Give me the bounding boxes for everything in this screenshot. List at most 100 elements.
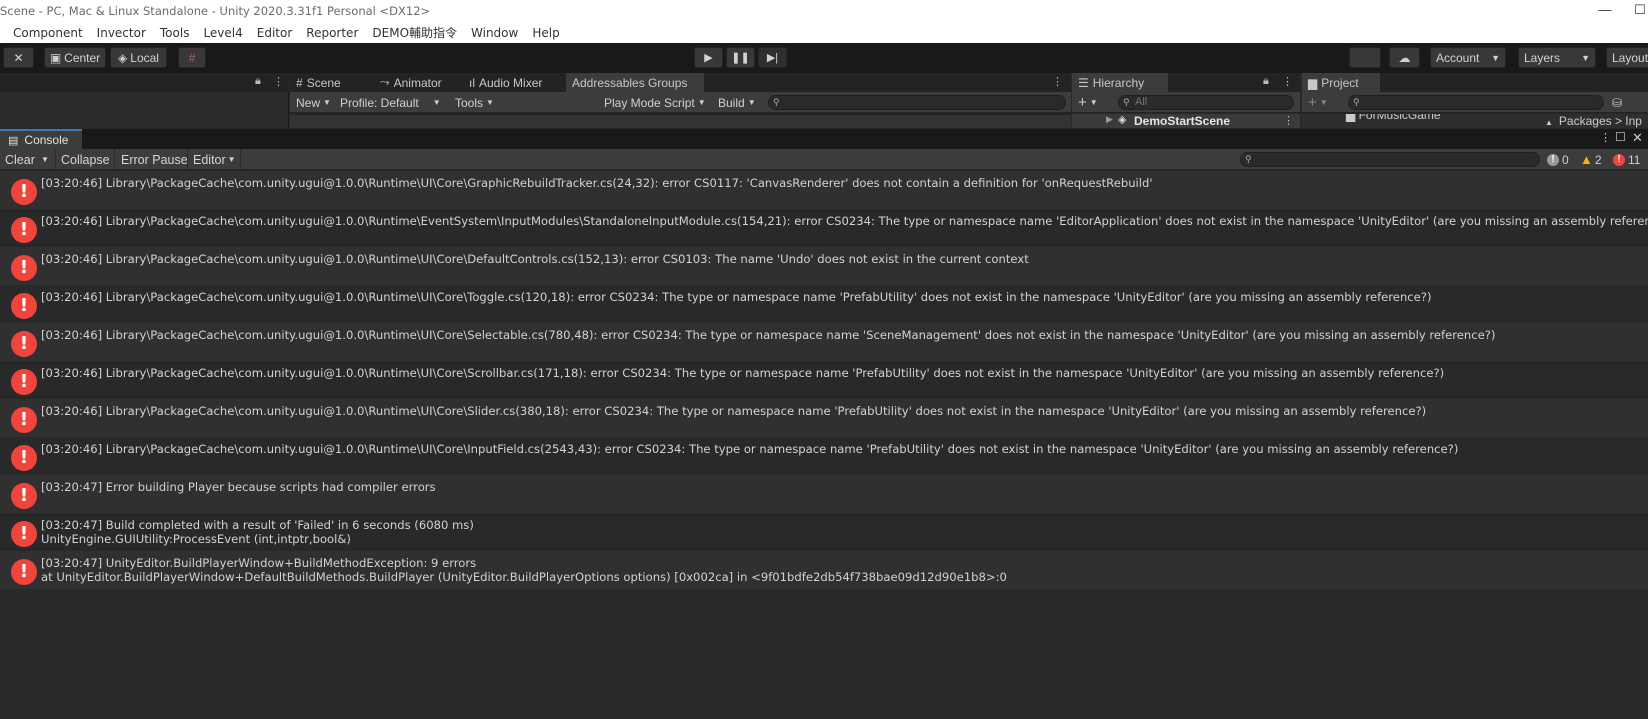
- menu-window[interactable]: Window: [471, 26, 518, 40]
- more-icon[interactable]: ⋮: [1282, 75, 1293, 88]
- tab-hierarchy[interactable]: ☰ Hierarchy: [1072, 73, 1168, 92]
- log-message: [03:20:47] UnityEditor.BuildPlayerWindow…: [41, 556, 1007, 584]
- tools-icon: ✕: [13, 50, 24, 65]
- project-folder-item[interactable]: ▆ ForMusicGame: [1346, 114, 1441, 122]
- editor-target-dropdown[interactable]: Editor ▼: [193, 151, 236, 168]
- project-add-button[interactable]: + ▼: [1308, 94, 1328, 111]
- upper-dock: 🔒︎ ⋮ # Scene ⤳ Animator ıl Audio Mixer A…: [0, 73, 1648, 128]
- log-line-1: [03:20:46] Library\PackageCache\com.unit…: [41, 252, 1029, 266]
- error-count: 11: [1628, 152, 1641, 167]
- error-icon: !: [11, 179, 37, 205]
- log-entry[interactable]: ! [03:20:47] Build completed with a resu…: [0, 513, 1648, 551]
- tab-scene-label: Scene: [306, 75, 341, 90]
- collapse-toggle[interactable]: Collapse: [61, 151, 110, 168]
- minimize-button[interactable]: —: [1590, 0, 1620, 22]
- play-button[interactable]: ▶: [694, 47, 723, 68]
- tab-audio-mixer[interactable]: ıl Audio Mixer: [463, 73, 548, 92]
- transform-tools-button[interactable]: ✕: [3, 47, 34, 68]
- error-pause-toggle[interactable]: Error Pause: [121, 151, 188, 168]
- tab-project[interactable]: ▆ Project: [1302, 73, 1380, 92]
- project-tab-strip: ▆ Project: [1302, 73, 1648, 92]
- log-entry[interactable]: ! [03:20:46] Library\PackageCache\com.un…: [0, 437, 1648, 475]
- log-entry[interactable]: ! [03:20:46] Library\PackageCache\com.un…: [0, 171, 1648, 209]
- play-mode-script-dropdown[interactable]: Play Mode Script ▼: [604, 94, 706, 111]
- menu-demo-helper[interactable]: DEMO輔助指令: [372, 24, 457, 41]
- grid-icon: #: [188, 50, 196, 65]
- tab-addressables-label: Addressables Groups: [572, 75, 688, 90]
- log-line-2: UnityEngine.GUIUtility:ProcessEvent (int…: [41, 532, 351, 546]
- more-icon[interactable]: ⋮: [1600, 131, 1611, 144]
- console-search-input[interactable]: ⚲: [1240, 152, 1540, 167]
- menu-component[interactable]: Component: [13, 26, 83, 40]
- error-count-toggle[interactable]: ! 11: [1613, 151, 1640, 168]
- addressables-search-input[interactable]: ⚲: [768, 95, 1066, 110]
- collab-button[interactable]: [1349, 47, 1381, 68]
- build-dropdown[interactable]: Build ▼: [718, 94, 756, 111]
- maximize-button[interactable]: ☐: [1625, 0, 1648, 22]
- pivot-center-label: Center: [64, 50, 101, 65]
- grid-snap-button[interactable]: #: [178, 47, 206, 68]
- hierarchy-scene-row[interactable]: ▶ ◈ DemoStartScene ⋮: [1072, 114, 1300, 128]
- new-dropdown[interactable]: New ▼: [296, 94, 331, 111]
- tab-animator-label: Animator: [393, 75, 442, 90]
- error-pause-label: Error Pause: [121, 152, 188, 167]
- warning-count-toggle[interactable]: ▲ 2: [1580, 151, 1602, 168]
- menu-tools[interactable]: Tools: [160, 26, 190, 40]
- log-entry[interactable]: ! [03:20:47] Error building Player becau…: [0, 475, 1648, 513]
- log-entry[interactable]: ! [03:20:46] Library\PackageCache\com.un…: [0, 361, 1648, 399]
- tools-dropdown[interactable]: Tools ▼: [455, 94, 494, 111]
- breadcrumb-arrow-icon: ▲: [1545, 118, 1553, 127]
- pivot-local-button[interactable]: ◈ Local: [110, 47, 167, 68]
- hierarchy-add-button[interactable]: + ▼: [1078, 94, 1098, 111]
- log-entry[interactable]: ! [03:20:46] Library\PackageCache\com.un…: [0, 247, 1648, 285]
- console-window: ▤ Console ⋮ ☐ ✕ Clear ▼ Collapse Error P…: [0, 129, 1648, 719]
- close-icon[interactable]: ✕: [1632, 130, 1643, 146]
- layers-dropdown[interactable]: Layers ▼: [1518, 47, 1596, 68]
- error-icon: !: [11, 369, 37, 395]
- clear-options-dropdown[interactable]: ▼: [41, 151, 49, 168]
- log-entry[interactable]: ! [03:20:47] UnityEditor.BuildPlayerWind…: [0, 551, 1648, 589]
- log-line-1: [03:20:46] Library\PackageCache\com.unit…: [41, 214, 1648, 228]
- menu-help[interactable]: Help: [532, 26, 559, 40]
- clear-button[interactable]: Clear: [5, 151, 35, 168]
- pivot-center-button[interactable]: ▣ Center: [44, 47, 106, 68]
- more-icon[interactable]: ⋮: [1283, 114, 1294, 127]
- tab-scene[interactable]: # Scene: [290, 73, 347, 92]
- menu-reporter[interactable]: Reporter: [306, 26, 358, 40]
- cloud-button[interactable]: ☁: [1389, 47, 1420, 68]
- tab-animator[interactable]: ⤳ Animator: [374, 73, 448, 92]
- tab-addressables-groups[interactable]: Addressables Groups: [566, 73, 704, 92]
- more-icon[interactable]: ⋮: [273, 75, 284, 88]
- log-entry[interactable]: ! [03:20:46] Library\PackageCache\com.un…: [0, 209, 1648, 247]
- menu-editor[interactable]: Editor: [257, 26, 293, 40]
- hierarchy-search-input[interactable]: ⚲ All: [1118, 95, 1294, 110]
- maximize-icon[interactable]: ☐: [1615, 130, 1626, 144]
- profile-dropdown[interactable]: Profile: Default ▼: [340, 94, 441, 111]
- lock-icon[interactable]: 🔒︎: [1263, 75, 1269, 88]
- menu-level4[interactable]: Level4: [203, 26, 242, 40]
- info-count-toggle[interactable]: ! 0: [1547, 151, 1569, 168]
- tab-console[interactable]: ▤ Console: [0, 129, 82, 149]
- expand-arrow-icon[interactable]: ▶: [1106, 114, 1113, 125]
- layout-dropdown[interactable]: Layout: [1606, 47, 1648, 68]
- project-breadcrumb[interactable]: ▲ Packages > Inp: [1545, 114, 1642, 128]
- log-entry[interactable]: ! [03:20:46] Library\PackageCache\com.un…: [0, 399, 1648, 437]
- chevron-down-icon: ▼: [1491, 52, 1500, 63]
- plus-icon: +: [1078, 94, 1087, 111]
- play-icon: ▶: [704, 52, 713, 64]
- project-filter-icon[interactable]: ⛁: [1612, 94, 1622, 111]
- account-dropdown[interactable]: Account ▼: [1430, 47, 1506, 68]
- lock-icon[interactable]: 🔒︎: [255, 75, 261, 88]
- log-entry[interactable]: ! [03:20:46] Library\PackageCache\com.un…: [0, 323, 1648, 361]
- pause-button[interactable]: ❚❚: [726, 47, 755, 68]
- menu-invector[interactable]: Invector: [97, 26, 146, 40]
- step-button[interactable]: ▶|: [758, 47, 787, 68]
- log-entry[interactable]: ! [03:20:46] Library\PackageCache\com.un…: [0, 285, 1648, 323]
- step-icon: ▶|: [766, 52, 779, 64]
- log-line-1: [03:20:46] Library\PackageCache\com.unit…: [41, 290, 1432, 304]
- tab-hierarchy-label: Hierarchy: [1092, 75, 1145, 90]
- project-search-input[interactable]: ⚲: [1348, 95, 1604, 110]
- more-icon[interactable]: ⋮: [1052, 75, 1063, 88]
- console-log-list: ! [03:20:46] Library\PackageCache\com.un…: [0, 171, 1648, 589]
- error-icon: !: [11, 445, 37, 471]
